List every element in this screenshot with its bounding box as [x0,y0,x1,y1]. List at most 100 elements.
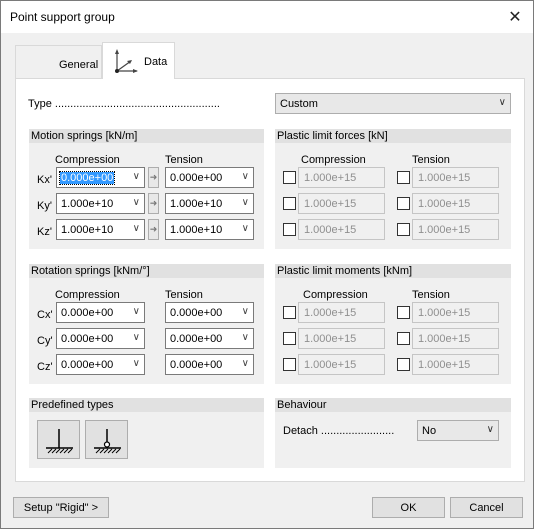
chevron-down-icon: ∨ [132,197,140,208]
motion-row-label: Kz' [37,226,52,238]
ky-tension-field[interactable]: 1.000e+10 ∨ [165,193,254,214]
moments-compression-field: 1.000e+15 [298,354,385,375]
axes-icon [115,49,138,73]
rotation-tension-header: Tension [165,289,203,301]
plastic-forces-title: Plastic limit forces [kN] [277,130,388,142]
moments-compression-checkbox[interactable] [283,358,296,371]
rigid-support-button[interactable] [37,420,80,459]
predefined-types-title: Predefined types [31,399,114,411]
ky-compression-field[interactable]: 1.000e+10 ∨ [56,193,145,214]
forces-compression-checkbox[interactable] [283,197,296,210]
title-bar: Point support group ✕ [1,1,533,33]
motion-springs-title: Motion springs [kN/m] [31,130,138,142]
copy-arrow-button[interactable]: ➜ [148,167,159,188]
forces-tension-checkbox[interactable] [397,171,410,184]
forces-compression-field: 1.000e+15 [298,167,385,188]
forces-compression-field: 1.000e+15 [298,219,385,240]
dialog-window: Point support group ✕ General Data Type … [0,0,534,529]
motion-tension-header: Tension [165,154,203,166]
cx-compression-field[interactable]: 0.000e+00 ∨ [56,302,145,323]
moments-compression-header: Compression [303,289,368,301]
predefined-types-group: Predefined types [29,398,264,468]
chevron-down-icon: ∨ [132,171,140,182]
rotation-compression-header: Compression [55,289,120,301]
forces-tension-field: 1.000e+15 [412,167,499,188]
type-select-value: Custom [280,98,318,110]
chevron-down-icon: ∨ [241,358,249,369]
rotation-row-label: Cz' [37,361,53,373]
tab-data[interactable]: Data [102,42,175,79]
copy-arrow-button[interactable]: ➜ [148,193,159,214]
cz-compression-field[interactable]: 0.000e+00 ∨ [56,354,145,375]
setup-rigid-button[interactable]: Setup "Rigid" > [13,497,109,518]
moments-tension-checkbox[interactable] [397,358,410,371]
chevron-down-icon: ∨ [241,306,249,317]
chevron-down-icon: ∨ [241,223,249,234]
type-select[interactable]: Custom ∨ [275,93,511,114]
moments-tension-checkbox[interactable] [397,306,410,319]
moments-compression-field: 1.000e+15 [298,302,385,323]
kx-compression-field[interactable]: 0.000e+00 ∨ [56,167,145,188]
tab-general[interactable]: General [15,45,102,78]
type-label: Type ...................................… [28,98,220,110]
moments-tension-field: 1.000e+15 [412,302,499,323]
tab-general-label: General [59,59,99,71]
moments-compression-field: 1.000e+15 [298,328,385,349]
chevron-down-icon: ∨ [241,332,249,343]
forces-compression-field: 1.000e+15 [298,193,385,214]
tab-data-label: Data [144,56,168,68]
behaviour-group: Behaviour Detach .......................… [275,398,511,468]
forces-compression-checkbox[interactable] [283,223,296,236]
fixed-support-icon [46,429,73,454]
ok-button[interactable]: OK [372,497,445,518]
detach-label: Detach ........................ [283,425,395,437]
rotation-row-label: Cy' [37,335,53,347]
cx-tension-field[interactable]: 0.000e+00 ∨ [165,302,254,323]
detach-select[interactable]: No ∨ [417,420,499,441]
chevron-down-icon: ∨ [241,171,249,182]
tab-bar: General Data [15,42,525,80]
plastic-forces-group: Plastic limit forces [kN] Compression Te… [275,129,511,249]
forces-tension-checkbox[interactable] [397,223,410,236]
hinged-support-button[interactable] [85,420,128,459]
chevron-down-icon: ∨ [132,332,140,343]
data-panel: Type ...................................… [15,78,525,482]
kz-compression-field[interactable]: 1.000e+10 ∨ [56,219,145,240]
rotation-row-label: Cx' [37,309,53,321]
cy-compression-field[interactable]: 0.000e+00 ∨ [56,328,145,349]
detach-select-value: No [422,425,437,437]
motion-springs-group: Motion springs [kN/m] Compression Tensio… [29,129,264,249]
cancel-button[interactable]: Cancel [450,497,523,518]
behaviour-title: Behaviour [277,399,327,411]
plastic-moments-title: Plastic limit moments [kNm] [277,265,413,277]
chevron-down-icon: ∨ [132,223,140,234]
rotation-springs-title: Rotation springs [kNm/°] [31,265,150,277]
forces-tension-field: 1.000e+15 [412,193,499,214]
motion-compression-header: Compression [55,154,120,166]
chevron-down-icon: ∨ [486,424,494,435]
chevron-down-icon: ∨ [132,306,140,317]
plastic-moments-group: Plastic limit moments [kNm] Compression … [275,264,511,384]
forces-tension-header: Tension [412,154,450,166]
chevron-down-icon: ∨ [241,197,249,208]
forces-tension-checkbox[interactable] [397,197,410,210]
cz-tension-field[interactable]: 0.000e+00 ∨ [165,354,254,375]
forces-tension-field: 1.000e+15 [412,219,499,240]
moments-tension-checkbox[interactable] [397,332,410,345]
chevron-down-icon: ∨ [498,97,506,108]
hinged-support-icon [94,429,121,454]
moments-compression-checkbox[interactable] [283,306,296,319]
moments-tension-field: 1.000e+15 [412,354,499,375]
moments-tension-field: 1.000e+15 [412,328,499,349]
rotation-springs-group: Rotation springs [kNm/°] Compression Ten… [29,264,264,384]
moments-compression-checkbox[interactable] [283,332,296,345]
cy-tension-field[interactable]: 0.000e+00 ∨ [165,328,254,349]
kx-tension-field[interactable]: 0.000e+00 ∨ [165,167,254,188]
motion-row-label: Kx' [37,174,52,186]
close-icon[interactable]: ✕ [497,1,533,33]
moments-tension-header: Tension [412,289,450,301]
kz-tension-field[interactable]: 1.000e+10 ∨ [165,219,254,240]
chevron-down-icon: ∨ [132,358,140,369]
copy-arrow-button[interactable]: ➜ [148,219,159,240]
forces-compression-checkbox[interactable] [283,171,296,184]
